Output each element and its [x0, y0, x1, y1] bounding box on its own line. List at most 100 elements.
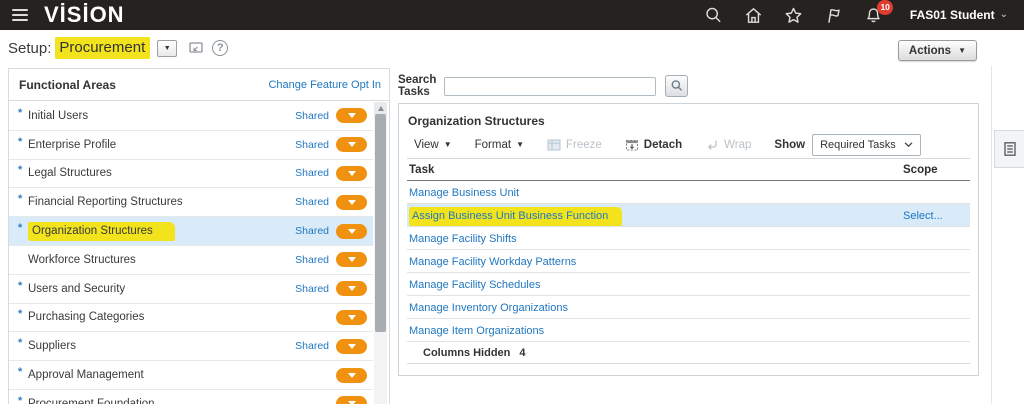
shared-link[interactable]: Shared	[295, 110, 329, 122]
task-link[interactable]: Manage Business Unit	[409, 187, 519, 199]
detach-button[interactable]: Detach	[625, 138, 682, 152]
task-table-row[interactable]: Manage Business Unit	[407, 181, 970, 204]
search-tasks-input[interactable]	[444, 77, 656, 96]
features-dropdown-button[interactable]	[336, 368, 367, 383]
main-content: Functional Areas Change Feature Opt In *…	[0, 66, 1024, 404]
task-link[interactable]: Manage Item Organizations	[409, 325, 544, 337]
functional-area-item[interactable]: *Users and SecurityShared	[9, 275, 373, 304]
format-menu[interactable]: Format ▼	[475, 139, 524, 151]
required-asterisk: *	[18, 366, 27, 378]
favorites-star-icon[interactable]	[784, 6, 803, 25]
functional-area-item[interactable]: *Financial Reporting StructuresShared	[9, 188, 373, 217]
format-menu-label: Format	[475, 139, 511, 151]
notifications-bell-icon[interactable]: 10	[864, 6, 883, 25]
functional-area-item[interactable]: *Organization StructuresShared	[9, 217, 373, 246]
task-table-row[interactable]: Manage Facility Shifts	[407, 227, 970, 250]
scope-cell: Select...	[903, 206, 962, 224]
required-asterisk: *	[18, 164, 27, 176]
task-table-row[interactable]: Manage Facility Schedules	[407, 273, 970, 296]
functional-area-item[interactable]: *Legal Structures Shared	[9, 160, 373, 189]
task-link[interactable]: Manage Inventory Organizations	[409, 302, 568, 314]
column-header-scope[interactable]: Scope	[903, 164, 962, 176]
features-dropdown-button[interactable]	[336, 224, 367, 239]
required-asterisk: *	[18, 337, 27, 349]
search-tasks-row: Search Tasks	[398, 74, 979, 98]
offering-dropdown-button[interactable]: ▼	[157, 40, 177, 57]
features-dropdown-button[interactable]	[336, 281, 367, 296]
show-filter-value: Required Tasks	[820, 139, 896, 151]
features-dropdown-button[interactable]	[336, 252, 367, 267]
help-icon[interactable]: ?	[212, 40, 228, 56]
shared-link[interactable]: Shared	[295, 283, 329, 295]
memo-icon[interactable]	[188, 40, 204, 56]
setup-label: Setup:	[8, 40, 51, 57]
task-link[interactable]: Assign Business Unit Business Function	[409, 207, 622, 226]
user-menu[interactable]: FAS01 Student ⌄	[910, 8, 1008, 22]
features-dropdown-button[interactable]	[336, 339, 367, 354]
functional-area-item[interactable]: *Approval Management	[9, 361, 373, 390]
scrollbar-thumb[interactable]	[375, 114, 386, 332]
left-panel-scrollbar[interactable]	[374, 102, 387, 404]
watchlist-flag-icon[interactable]	[824, 6, 843, 25]
view-menu[interactable]: View ▼	[414, 139, 452, 151]
home-icon[interactable]	[744, 6, 763, 25]
task-table-row[interactable]: Manage Inventory Organizations	[407, 296, 970, 319]
caret-down-icon: ▼	[958, 46, 966, 55]
task-table-row[interactable]: Manage Item Organizations	[407, 319, 970, 342]
features-dropdown-button[interactable]	[336, 195, 367, 210]
task-table-row[interactable]: Manage Facility Workday Patterns	[407, 250, 970, 273]
features-dropdown-button[interactable]	[336, 166, 367, 181]
features-dropdown-button[interactable]	[336, 310, 367, 325]
freeze-icon	[547, 138, 561, 152]
functional-area-label: Suppliers	[28, 340, 76, 352]
task-table-body: Manage Business Unit Assign Business Unit…	[407, 181, 970, 342]
offering-name-highlighted[interactable]: Procurement	[55, 37, 150, 59]
functional-area-item[interactable]: *Initial UsersShared	[9, 102, 373, 131]
shared-link[interactable]: Shared	[295, 167, 329, 179]
functional-area-label: Workforce Structures	[28, 254, 136, 266]
vision-logo: VİSİON	[44, 4, 125, 26]
functional-area-label: Procurement Foundation	[28, 398, 155, 404]
column-header-task[interactable]: Task	[409, 164, 903, 176]
task-cell: Manage Facility Schedules	[409, 275, 903, 293]
task-link[interactable]: Manage Facility Schedules	[409, 279, 540, 291]
features-dropdown-button[interactable]	[336, 137, 367, 152]
scope-select-link[interactable]: Select...	[903, 210, 943, 222]
search-icon[interactable]	[704, 6, 723, 25]
actions-button[interactable]: Actions ▼	[898, 40, 977, 61]
global-header: VİSİON 10 FAS01 Student ⌄	[0, 0, 1024, 30]
user-name-label: FAS01 Student	[910, 8, 995, 22]
functional-area-item[interactable]: *Procurement Foundation	[9, 390, 373, 404]
change-feature-opt-in-link[interactable]: Change Feature Opt In	[268, 79, 381, 91]
shared-link[interactable]: Shared	[295, 225, 329, 237]
functional-area-item[interactable]: *Suppliers Shared	[9, 332, 373, 361]
task-list-drawer-tab[interactable]	[994, 130, 1024, 168]
functional-area-item[interactable]: *Purchasing Categories	[9, 304, 373, 333]
navigator-menu-icon[interactable]	[12, 9, 28, 21]
functional-area-item[interactable]: Workforce Structures Shared	[9, 246, 373, 275]
features-dropdown-button[interactable]	[336, 396, 367, 404]
functional-area-label: Approval Management	[28, 369, 144, 381]
functional-areas-list: *Initial UsersShared*Enterprise ProfileS…	[9, 102, 373, 404]
task-table-row[interactable]: Assign Business Unit Business Function Se…	[407, 204, 970, 227]
shared-link[interactable]: Shared	[295, 139, 329, 151]
shared-link[interactable]: Shared	[295, 340, 329, 352]
required-asterisk: *	[18, 222, 27, 234]
functional-areas-header: Functional Areas Change Feature Opt In	[9, 69, 389, 101]
functional-area-item[interactable]: *Enterprise ProfileShared	[9, 131, 373, 160]
required-asterisk: *	[18, 395, 27, 404]
task-list-icon	[1002, 141, 1018, 157]
task-link[interactable]: Manage Facility Workday Patterns	[409, 256, 576, 268]
shared-link[interactable]: Shared	[295, 196, 329, 208]
right-rail	[991, 66, 1024, 404]
shared-link[interactable]: Shared	[295, 254, 329, 266]
show-filter-select[interactable]: Required Tasks	[812, 134, 921, 156]
task-link[interactable]: Manage Facility Shifts	[409, 233, 517, 245]
search-button[interactable]	[665, 75, 688, 97]
functional-area-label: Legal Structures	[28, 167, 112, 179]
features-dropdown-button[interactable]	[336, 108, 367, 123]
required-asterisk: *	[18, 107, 27, 119]
organization-structures-panel: Organization Structures View ▼ Format ▼ …	[398, 103, 979, 376]
chevron-down-icon	[904, 141, 913, 148]
wrap-button-label: Wrap	[724, 139, 751, 151]
